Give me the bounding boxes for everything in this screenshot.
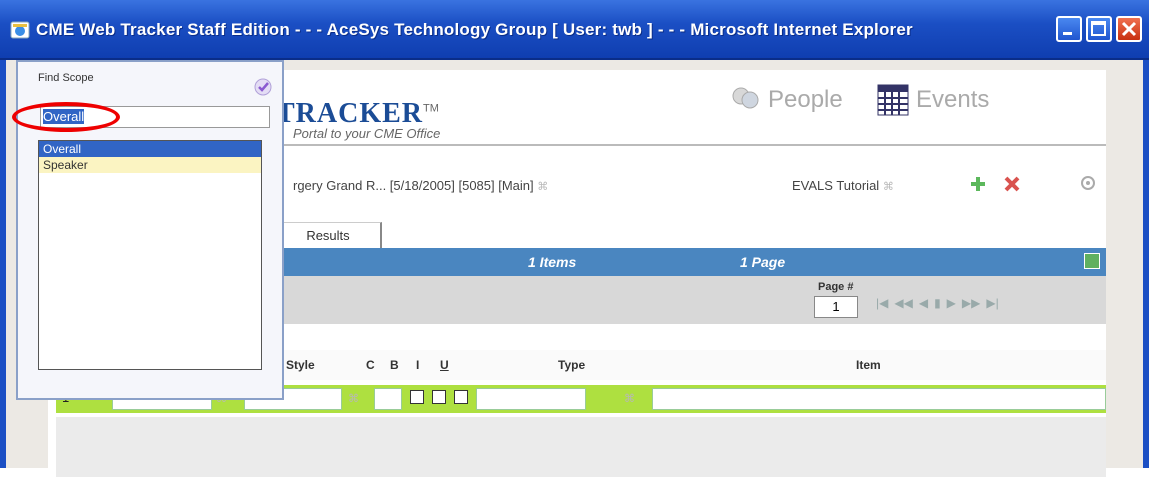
col-c: C (366, 358, 375, 372)
underline-checkbox[interactable] (454, 390, 468, 404)
item-field[interactable] (652, 388, 1106, 410)
maximize-icon (1091, 21, 1106, 36)
annotation-circle (12, 102, 120, 132)
nav-people-label: People (768, 86, 843, 113)
record-breadcrumb-text: rgery Grand R... [5/18/2005] [5085] [Mai… (293, 178, 534, 193)
first-page-icon[interactable]: |◀ (876, 296, 888, 310)
page-count: 1 Page (740, 254, 786, 270)
people-icon (732, 87, 759, 109)
col-u: U (440, 358, 449, 372)
pager-bar: Page # 1 |◀ ◀◀ ◀ ▮ ▶ ▶▶ ▶| (276, 276, 1106, 324)
window-titlebar: CME Web Tracker Staff Edition - - - AceS… (0, 0, 1149, 60)
minimize-icon (1063, 32, 1072, 35)
logo-tm: TM (423, 102, 439, 115)
evals-label: EVALS Tutorial ⌘ (792, 178, 894, 193)
scope-listbox[interactable]: Overall Speaker (38, 140, 262, 370)
italic-checkbox[interactable] (432, 390, 446, 404)
next-block-icon[interactable]: ▶▶ (962, 296, 980, 310)
items-count: 1 Items (528, 254, 577, 270)
close-button[interactable] (1116, 16, 1142, 42)
check-icon[interactable] (254, 78, 272, 96)
type-field[interactable] (476, 388, 586, 410)
col-item: Item (856, 358, 881, 372)
nav-events[interactable]: Events (876, 80, 989, 120)
tagline: Portal to your CME Office (293, 126, 441, 141)
next-page-icon[interactable]: ▶ (947, 296, 956, 310)
summary-bar: 1 Items 1 Page (276, 248, 1106, 276)
list-item[interactable]: Overall (39, 141, 261, 157)
popup-title: Find Scope (38, 72, 94, 84)
delete-icon[interactable] (1002, 174, 1022, 194)
page-number-label: Page # (818, 281, 854, 293)
window-frame-right (1143, 60, 1149, 468)
page-number-input[interactable]: 1 (814, 296, 858, 318)
settings-icon[interactable] (1078, 172, 1098, 194)
binoculars-icon[interactable]: ⌘ (883, 180, 894, 193)
prev-page-icon[interactable]: ◀ (919, 296, 928, 310)
binoculars-icon[interactable]: ⌘ (537, 180, 548, 193)
stop-icon[interactable]: ▮ (934, 296, 941, 310)
grid-header: Style C B I U Type Item (276, 350, 1106, 380)
calendar-icon (877, 84, 909, 116)
prev-block-icon[interactable]: ◀◀ (894, 296, 912, 310)
add-icon[interactable] (968, 174, 988, 194)
col-style: Style (286, 358, 315, 372)
last-page-icon[interactable]: ▶| (986, 296, 998, 310)
col-i: I (416, 358, 420, 372)
evals-text: EVALS Tutorial (792, 178, 880, 193)
col-type: Type (558, 358, 586, 372)
ie-icon (10, 21, 30, 39)
pager-controls: |◀ ◀◀ ◀ ▮ ▶ ▶▶ ▶| (876, 296, 999, 310)
col-b: B (390, 358, 399, 372)
close-icon (1121, 21, 1137, 37)
nav-events-label: Events (916, 86, 990, 113)
record-breadcrumb: rgery Grand R... [5/18/2005] [5085] [Mai… (293, 178, 548, 193)
window-title: CME Web Tracker Staff Edition - - - AceS… (36, 20, 913, 39)
maximize-button[interactable] (1086, 16, 1112, 42)
logo-text: TRACKER (276, 98, 424, 129)
bold-checkbox[interactable] (410, 390, 424, 404)
back-arrow-icon[interactable] (1084, 253, 1100, 269)
minimize-button[interactable] (1056, 16, 1082, 42)
binoculars-icon[interactable]: ⌘ (624, 392, 635, 405)
binoculars-icon[interactable]: ⌘ (348, 392, 359, 405)
list-item[interactable]: Speaker (39, 157, 261, 173)
details-panel (56, 417, 1106, 477)
color-field[interactable] (374, 388, 402, 410)
nav-people[interactable]: People (728, 80, 843, 120)
tab-results[interactable]: Results (276, 222, 382, 248)
header-divider (272, 144, 1106, 146)
